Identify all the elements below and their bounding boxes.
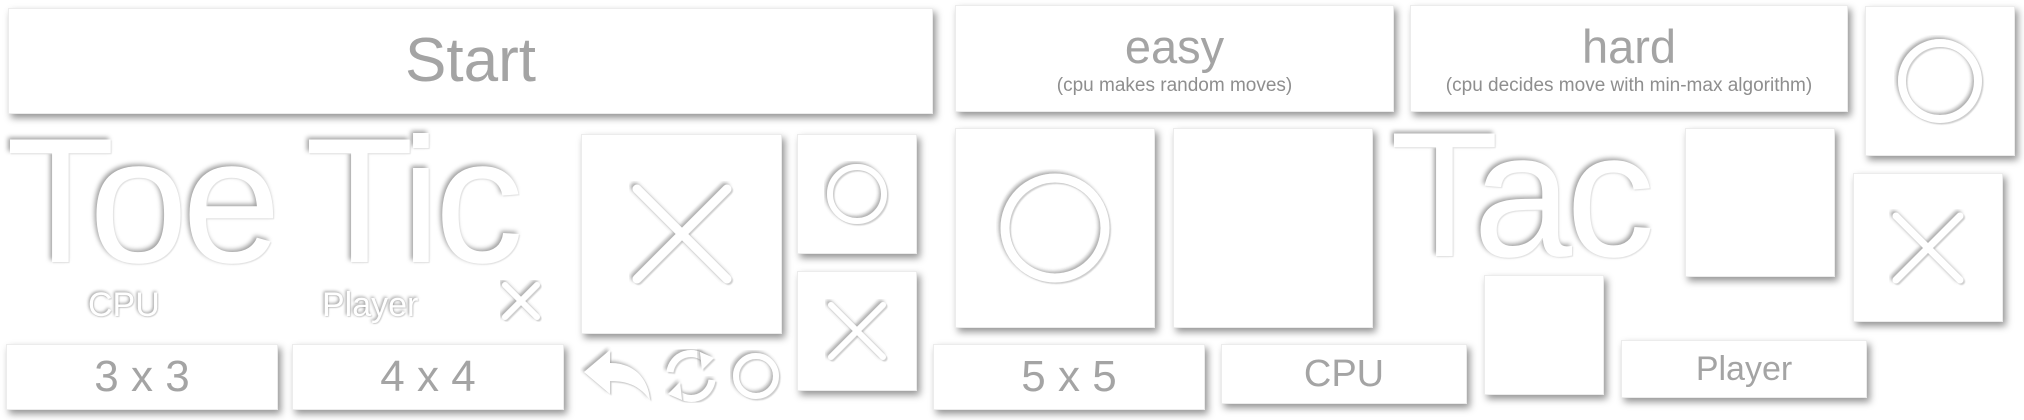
cross-mark-icon [1892, 212, 1964, 283]
easy-button[interactable]: easy (cpu makes random moves) [955, 5, 1394, 112]
title-word-tic: Tic [305, 101, 524, 300]
empty-tile[interactable] [1685, 128, 1835, 277]
cross-mark-icon [828, 302, 886, 360]
cross-mark-icon [500, 280, 542, 322]
title-word-toe: Toe [6, 101, 281, 300]
circle-mark-icon[interactable] [730, 350, 782, 402]
large-x-tile[interactable] [581, 134, 782, 334]
small-x-tile[interactable] [797, 271, 917, 391]
hard-button-label: hard [1581, 19, 1677, 73]
start-button[interactable]: Start [8, 8, 933, 114]
grid-3x3-label: 3 x 3 [94, 352, 190, 401]
grid-3x3-button[interactable]: 3 x 3 [6, 344, 278, 410]
undo-arrow-icon[interactable] [580, 346, 654, 404]
player-button-label: Player [1695, 350, 1793, 388]
title-word-tac: Tac [1390, 95, 1655, 294]
start-button-label: Start [405, 26, 536, 95]
easy-button-label: easy [1124, 19, 1225, 73]
grid-4x4-button[interactable]: 4 x 4 [292, 344, 564, 410]
cpu-button[interactable]: CPU [1221, 344, 1467, 404]
player-button[interactable]: Player [1621, 340, 1867, 398]
circle-mark-icon [1000, 173, 1110, 283]
corner-o-tile[interactable] [1865, 6, 2015, 156]
grid-5x5-label: 5 x 5 [1021, 352, 1117, 401]
empty-tile[interactable] [1484, 275, 1604, 395]
grid-4x4-label: 4 x 4 [380, 352, 476, 401]
empty-tile[interactable] [1173, 128, 1373, 328]
hard-button-description: (cpu decides move with min-max algorithm… [1445, 74, 1813, 96]
cpu-button-label: CPU [1303, 353, 1385, 395]
circle-mark-icon [1898, 39, 1982, 123]
small-o-tile[interactable] [797, 134, 917, 254]
corner-x-tile[interactable] [1853, 173, 2003, 322]
grid-5x5-button[interactable]: 5 x 5 [933, 344, 1205, 410]
large-o-tile[interactable] [955, 128, 1155, 328]
refresh-cycle-icon[interactable] [660, 346, 722, 406]
easy-button-description: (cpu makes random moves) [1056, 74, 1293, 96]
player-mark-label: Player [322, 286, 419, 324]
circle-mark-icon [827, 164, 887, 224]
cross-mark-icon [632, 184, 731, 284]
cpu-mark-label: CPU [88, 286, 160, 324]
